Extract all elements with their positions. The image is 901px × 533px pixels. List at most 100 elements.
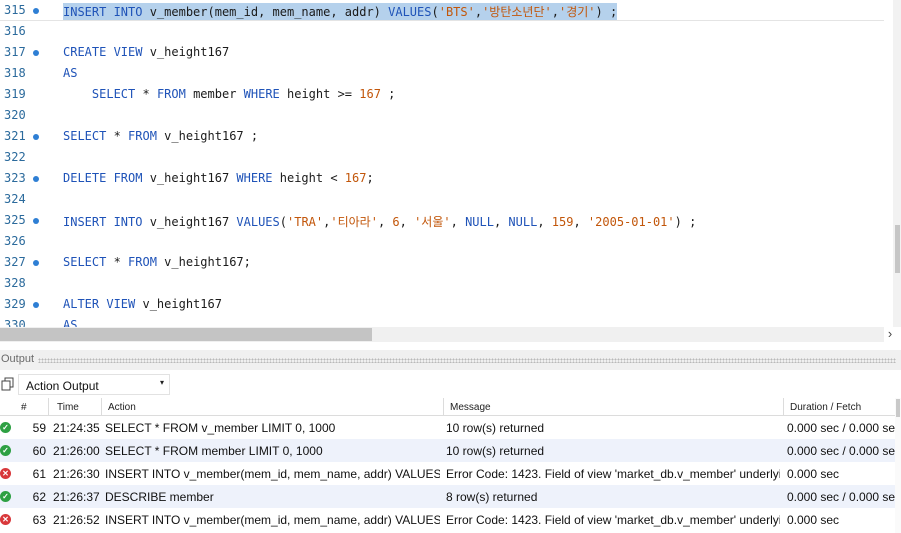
- code-line[interactable]: 319 SELECT * FROM member WHERE height >=…: [0, 84, 884, 105]
- statement-marker-icon[interactable]: [33, 302, 39, 308]
- statement-marker-icon[interactable]: [33, 218, 39, 224]
- row-time: 21:26:37: [53, 490, 100, 504]
- sql-text: *: [135, 87, 157, 101]
- output-grid-header: # Time Action Message Duration / Fetch: [0, 398, 901, 416]
- sql-keyword: INSERT INTO: [63, 215, 143, 229]
- output-type-dropdown[interactable]: Action Output ▾: [18, 374, 170, 395]
- sql-keyword: WHERE: [243, 87, 280, 101]
- statement-marker-icon[interactable]: [33, 50, 39, 56]
- column-divider[interactable]: [783, 398, 784, 416]
- row-number: 60: [32, 444, 46, 458]
- row-message: Error Code: 1423. Field of view 'market_…: [446, 513, 780, 527]
- sql-editor[interactable]: 315 INSERT INTO v_member(mem_id, mem_name…: [0, 0, 901, 327]
- editor-vertical-scroll-thumb[interactable]: [895, 225, 900, 273]
- output-row[interactable]: ✓ 60 21:26:00 SELECT * FROM member LIMIT 0,…: [0, 439, 895, 462]
- column-divider[interactable]: [443, 398, 444, 416]
- row-action: INSERT INTO v_member(mem_id, mem_name, a…: [105, 467, 440, 481]
- output-row[interactable]: ✓ 59 21:24:35 SELECT * FROM v_member LIMIT …: [0, 416, 895, 439]
- line-number: 315: [4, 3, 26, 17]
- column-divider[interactable]: [101, 398, 102, 416]
- code-line[interactable]: 315 INSERT INTO v_member(mem_id, mem_name…: [0, 0, 884, 21]
- row-duration: 0.000 sec: [787, 513, 840, 527]
- copy-icon[interactable]: [1, 377, 15, 391]
- code-line[interactable]: 318 AS: [0, 63, 884, 84]
- sql-number: 167: [344, 171, 367, 185]
- column-header-action[interactable]: Action: [108, 402, 136, 413]
- sql-string: 'TRA': [287, 215, 324, 229]
- sql-text: v_height167 ;: [156, 129, 259, 143]
- dropdown-arrow-icon: ▾: [160, 378, 165, 387]
- code-text: SELECT * FROM v_height167 ;: [63, 129, 258, 143]
- sql-string: '방탄소년단': [482, 5, 552, 19]
- sql-text: ) ;: [595, 5, 618, 19]
- row-duration: 0.000 sec / 0.000 sec: [787, 490, 895, 504]
- sql-text: ,: [474, 5, 483, 19]
- sql-text: ,: [537, 215, 552, 229]
- output-row[interactable]: ✕ 61 21:26:30 INSERT INTO v_member(mem_id, …: [0, 462, 895, 485]
- editor-horizontal-scroll-thumb[interactable]: [0, 328, 372, 341]
- row-time: 21:26:00: [53, 444, 100, 458]
- sql-text: height >=: [279, 87, 360, 101]
- sql-text: v_height167: [142, 171, 237, 185]
- statement-marker-icon[interactable]: [33, 134, 39, 140]
- sql-text: member: [185, 87, 244, 101]
- code-line[interactable]: 330 AS: [0, 315, 884, 327]
- code-text: AS: [63, 318, 77, 327]
- row-time: 21:26:52: [53, 513, 100, 527]
- column-header-time[interactable]: Time: [57, 402, 79, 413]
- row-action: SELECT * FROM member LIMIT 0, 1000: [105, 444, 323, 458]
- output-row[interactable]: ✕ 63 21:26:52 INSERT INTO v_member(mem_id, …: [0, 508, 895, 531]
- code-line[interactable]: 324: [0, 189, 884, 210]
- statement-marker-icon[interactable]: [33, 260, 39, 266]
- code-line[interactable]: 321 SELECT * FROM v_height167 ;: [0, 126, 884, 147]
- code-line[interactable]: 323 DELETE FROM v_height167 WHERE height …: [0, 168, 884, 189]
- column-header-duration[interactable]: Duration / Fetch: [790, 402, 861, 413]
- code-line[interactable]: 317 CREATE VIEW v_height167: [0, 42, 884, 63]
- statement-marker-icon[interactable]: [33, 176, 39, 182]
- success-check-icon: ✓: [0, 422, 11, 433]
- row-action: SELECT * FROM v_member LIMIT 0, 1000: [105, 421, 336, 435]
- code-line[interactable]: 329 ALTER VIEW v_height167: [0, 294, 884, 315]
- output-vertical-scrollbar[interactable]: [895, 398, 901, 533]
- code-line[interactable]: 325 INSERT INTO v_height167 VALUES('TRA',…: [0, 210, 884, 231]
- success-check-icon: ✓: [0, 445, 11, 456]
- panel-drag-grip[interactable]: [38, 358, 896, 363]
- error-x-icon: ✕: [0, 514, 11, 525]
- sql-text: ,: [377, 215, 393, 229]
- scroll-right-arrow-icon[interactable]: ›: [884, 326, 896, 342]
- error-x-icon: ✕: [0, 468, 11, 479]
- row-action: INSERT INTO v_member(mem_id, mem_name, a…: [105, 513, 440, 527]
- code-line[interactable]: 328: [0, 273, 884, 294]
- row-time: 21:26:30: [53, 467, 100, 481]
- row-message: 10 row(s) returned: [446, 421, 545, 435]
- sql-text: height <: [272, 171, 345, 185]
- code-text: AS: [63, 66, 77, 80]
- code-line[interactable]: 316: [0, 21, 884, 42]
- sql-text: *: [106, 255, 129, 269]
- statement-marker-icon[interactable]: [33, 8, 39, 14]
- code-line[interactable]: 322: [0, 147, 884, 168]
- output-vertical-scroll-thumb[interactable]: [896, 399, 900, 417]
- line-number: 327: [4, 255, 26, 269]
- sql-text: v_height167;: [156, 255, 251, 269]
- code-line[interactable]: 327 SELECT * FROM v_height167;: [0, 252, 884, 273]
- code-line[interactable]: 320: [0, 105, 884, 126]
- sql-text: ,: [493, 215, 509, 229]
- column-divider[interactable]: [48, 398, 49, 416]
- code-line[interactable]: 326: [0, 231, 884, 252]
- sql-keyword: CREATE VIEW: [63, 45, 143, 59]
- sql-keyword: INSERT INTO: [63, 5, 143, 19]
- sql-text: ) ;: [674, 215, 697, 229]
- sql-keyword: NULL: [508, 215, 538, 229]
- column-header-message[interactable]: Message: [450, 402, 491, 413]
- column-header-number[interactable]: #: [21, 402, 27, 413]
- line-number: 329: [4, 297, 26, 311]
- sql-keyword: AS: [63, 318, 78, 327]
- sql-text: v_member(mem_id, mem_name, addr): [142, 5, 389, 19]
- output-panel-title: Output: [1, 353, 35, 365]
- output-row[interactable]: ✓ 62 21:26:37 DESCRIBE member 8 row(s) retur…: [0, 485, 895, 508]
- editor-vertical-scrollbar[interactable]: [893, 0, 901, 327]
- code-text: SELECT * FROM v_height167;: [63, 255, 251, 269]
- sql-keyword: NULL: [465, 215, 494, 229]
